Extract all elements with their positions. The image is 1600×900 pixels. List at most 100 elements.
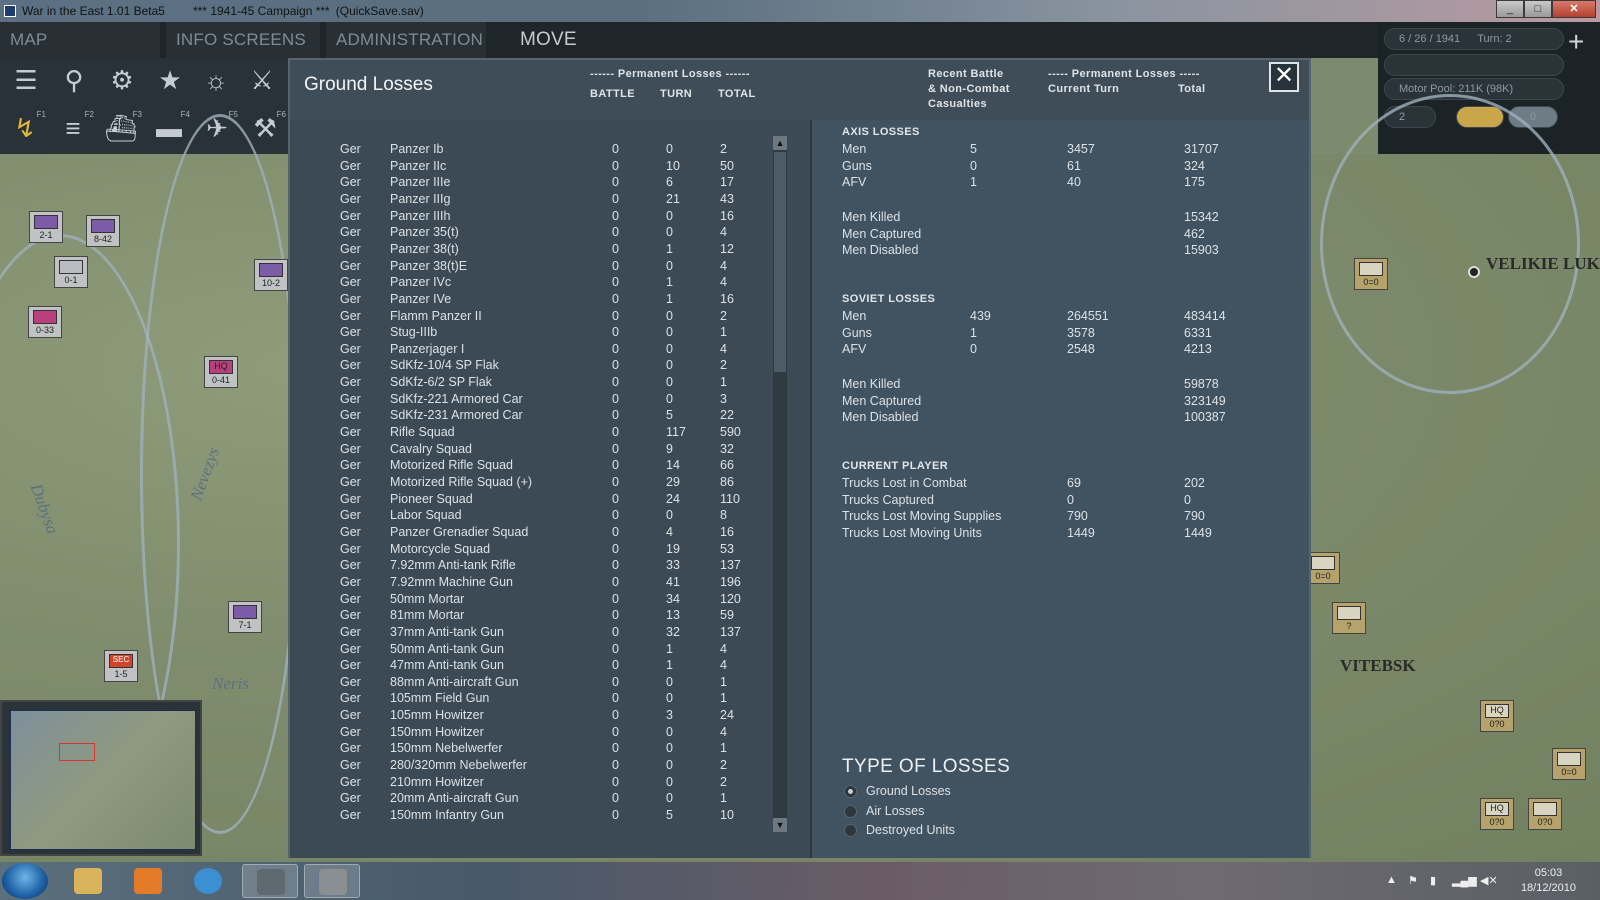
loss-row[interactable]: Ger Panzer Grenadier Squad 0 4 16 bbox=[290, 525, 770, 542]
loss-row[interactable]: Ger Stug-IIIb 0 0 1 bbox=[290, 325, 770, 342]
unit-counter[interactable]: 7-1 bbox=[228, 601, 262, 633]
loss-row[interactable]: Ger 88mm Anti-aircraft Gun 0 0 1 bbox=[290, 675, 770, 692]
taskbar-explorer[interactable] bbox=[60, 864, 116, 898]
loss-row[interactable]: Ger Panzer Ib 0 0 2 bbox=[290, 142, 770, 159]
scroll-down-icon[interactable]: ▼ bbox=[773, 818, 787, 832]
unit-counter[interactable]: 0-1 bbox=[54, 256, 88, 288]
volume-icon[interactable]: ◀✕ bbox=[1480, 874, 1498, 887]
taskbar-witw-2[interactable] bbox=[304, 864, 360, 898]
loss-row[interactable]: Ger 280/320mm Nebelwerfer 0 0 2 bbox=[290, 758, 770, 775]
units-icon[interactable]: ⚲ bbox=[56, 62, 92, 98]
radio-ground-losses[interactable] bbox=[844, 785, 857, 798]
unit-counter[interactable]: 10-2 bbox=[254, 259, 288, 291]
stack-icon[interactable]: ☰ bbox=[8, 62, 44, 98]
loss-row[interactable]: Ger 150mm Howitzer 0 0 4 bbox=[290, 725, 770, 742]
loss-row[interactable]: Ger Panzer IIIh 0 0 16 bbox=[290, 209, 770, 226]
loss-row[interactable]: Ger Panzer IVc 0 1 4 bbox=[290, 275, 770, 292]
loss-row[interactable]: Ger Panzer IVe 0 1 16 bbox=[290, 292, 770, 309]
weather-icon[interactable]: ☼ bbox=[198, 62, 234, 98]
loss-row[interactable]: Ger 105mm Howitzer 0 3 24 bbox=[290, 708, 770, 725]
loss-row[interactable]: Ger Motorcycle Squad 0 19 53 bbox=[290, 542, 770, 559]
scroll-up-icon[interactable]: ▲ bbox=[773, 136, 787, 150]
tray-expand-icon[interactable]: ▲ bbox=[1386, 874, 1397, 886]
radio-label[interactable]: Destroyed Units bbox=[866, 823, 955, 837]
loss-row[interactable]: Ger Panzer IIIe 0 6 17 bbox=[290, 175, 770, 192]
losses-scrollbar[interactable]: ▲ ▼ bbox=[773, 136, 787, 832]
system-clock[interactable]: 05:03 18/12/2010 bbox=[1521, 866, 1576, 896]
start-button[interactable] bbox=[2, 863, 48, 899]
soviet-unit-counter[interactable]: ? bbox=[1332, 602, 1366, 634]
loss-row[interactable]: Ger 47mm Anti-tank Gun 0 1 4 bbox=[290, 658, 770, 675]
loss-row[interactable]: Ger 105mm Field Gun 0 0 1 bbox=[290, 691, 770, 708]
combat-icon[interactable]: ⚔ bbox=[244, 62, 280, 98]
loss-row[interactable]: Ger Motorized Rifle Squad (+) 0 29 86 bbox=[290, 475, 770, 492]
minimize-button[interactable]: _ bbox=[1496, 0, 1524, 18]
loss-row[interactable]: Ger Rifle Squad 0 117 590 bbox=[290, 425, 770, 442]
loss-row[interactable]: Ger Panzer IIc 0 10 50 bbox=[290, 159, 770, 176]
loss-row[interactable]: Ger Panzerjager I 0 0 4 bbox=[290, 342, 770, 359]
radio-destroyed-units[interactable] bbox=[844, 824, 857, 837]
maximize-button[interactable]: □ bbox=[1524, 0, 1552, 18]
loss-row[interactable]: Ger 50mm Anti-tank Gun 0 1 4 bbox=[290, 642, 770, 659]
loss-row[interactable]: Ger SdKfz-221 Armored Car 0 0 3 bbox=[290, 392, 770, 409]
soviet-unit-counter[interactable]: 0=0 bbox=[1306, 552, 1340, 584]
loss-row[interactable]: Ger 150mm Infantry Gun 0 5 10 bbox=[290, 808, 770, 825]
power-icon[interactable]: ▮ bbox=[1430, 874, 1436, 887]
unit-counter[interactable]: 8-42 bbox=[86, 215, 120, 247]
loss-row[interactable]: Ger 20mm Anti-aircraft Gun 0 0 1 bbox=[290, 791, 770, 808]
loss-row[interactable]: Ger Panzer 35(t) 0 0 4 bbox=[290, 225, 770, 242]
unit-counter[interactable]: 0-33 bbox=[28, 306, 62, 338]
tab-info-screens[interactable]: INFO SCREENS bbox=[166, 22, 320, 58]
loss-row[interactable]: Ger Panzer 38(t) 0 1 12 bbox=[290, 242, 770, 259]
supply-mode-icon[interactable]: ▬ F4 bbox=[148, 110, 190, 150]
loss-row[interactable]: Ger 81mm Mortar 0 13 59 bbox=[290, 608, 770, 625]
loss-row[interactable]: Ger SdKfz-10/4 SP Flak 0 0 2 bbox=[290, 358, 770, 375]
loss-row[interactable]: Ger Flamm Panzer II 0 0 2 bbox=[290, 309, 770, 326]
unit-losses-list[interactable]: Ger Panzer Ib 0 0 2 Ger Panzer IIc 0 10 50 Ger Panz… bbox=[290, 120, 810, 858]
taskbar-witw-1[interactable] bbox=[242, 864, 298, 898]
star-icon[interactable]: ★ bbox=[152, 62, 188, 98]
unit-counter[interactable]: SEC 1-5 bbox=[104, 650, 138, 682]
dialog-close-button[interactable]: ✕ bbox=[1269, 62, 1299, 92]
unit-counter[interactable]: 2-1 bbox=[29, 211, 63, 243]
soviet-unit-counter[interactable]: 0=0 bbox=[1354, 258, 1388, 290]
loss-row[interactable]: Ger Motorized Rifle Squad 0 14 66 bbox=[290, 458, 770, 475]
loss-row[interactable]: Ger 150mm Nebelwerfer 0 0 1 bbox=[290, 741, 770, 758]
loss-row[interactable]: Ger 50mm Mortar 0 34 120 bbox=[290, 592, 770, 609]
loss-row[interactable]: Ger Panzer 38(t)E 0 0 4 bbox=[290, 259, 770, 276]
tab-map-information[interactable]: MAP INFORMATION bbox=[0, 22, 160, 85]
window-close-button[interactable]: ✕ bbox=[1552, 0, 1596, 18]
loss-row[interactable]: Ger SdKfz-6/2 SP Flak 0 0 1 bbox=[290, 375, 770, 392]
network-icon[interactable]: ▂▄▆ bbox=[1452, 874, 1477, 887]
loss-row[interactable]: Ger Cavalry Squad 0 9 32 bbox=[290, 442, 770, 459]
radio-label[interactable]: Air Losses bbox=[866, 804, 924, 818]
soviet-unit-counter[interactable]: HQ 0?0 bbox=[1480, 798, 1514, 830]
soviet-unit-counter[interactable]: 0?0 bbox=[1528, 798, 1562, 830]
minimap-image[interactable] bbox=[10, 710, 196, 850]
soviet-unit-counter[interactable]: 0=0 bbox=[1552, 748, 1586, 780]
loss-row[interactable]: Ger Labor Squad 0 0 8 bbox=[290, 508, 770, 525]
loss-row[interactable]: Ger 7.92mm Machine Gun 0 41 196 bbox=[290, 575, 770, 592]
minimap-viewport[interactable] bbox=[59, 743, 95, 761]
taskbar-internet-explorer[interactable] bbox=[180, 864, 236, 898]
scroll-thumb[interactable] bbox=[774, 152, 786, 372]
loss-row[interactable]: Ger 210mm Howitzer 0 0 2 bbox=[290, 775, 770, 792]
mode-move[interactable]: MOVE bbox=[510, 22, 587, 58]
rail-mode-icon[interactable]: ≡ F2 bbox=[52, 110, 94, 150]
taskbar-media-player[interactable] bbox=[120, 864, 176, 898]
action-center-icon[interactable]: ⚑ bbox=[1408, 874, 1418, 887]
minimap[interactable] bbox=[0, 700, 202, 856]
loss-row[interactable]: Ger SdKfz-231 Armored Car 0 5 22 bbox=[290, 408, 770, 425]
loss-row[interactable]: Ger Panzer IIIg 0 21 43 bbox=[290, 192, 770, 209]
loss-row[interactable]: Ger 37mm Anti-tank Gun 0 32 137 bbox=[290, 625, 770, 642]
radio-air-losses[interactable] bbox=[844, 804, 857, 818]
gear-icon[interactable]: ⚙ bbox=[104, 62, 140, 98]
unit-counter[interactable]: HQ 0-41 bbox=[204, 356, 238, 388]
tab-administration[interactable]: ADMINISTRATION bbox=[326, 22, 486, 58]
loss-row[interactable]: Ger Pioneer Squad 0 24 110 bbox=[290, 492, 770, 509]
move-mode-icon[interactable]: ↯ F1 bbox=[4, 110, 46, 150]
soviet-unit-counter[interactable]: HQ 0?0 bbox=[1480, 700, 1514, 732]
loss-row[interactable]: Ger 7.92mm Anti-tank Rifle 0 33 137 bbox=[290, 558, 770, 575]
radio-label[interactable]: Ground Losses bbox=[866, 784, 951, 798]
zoom-plus-icon[interactable]: + bbox=[1568, 26, 1584, 58]
